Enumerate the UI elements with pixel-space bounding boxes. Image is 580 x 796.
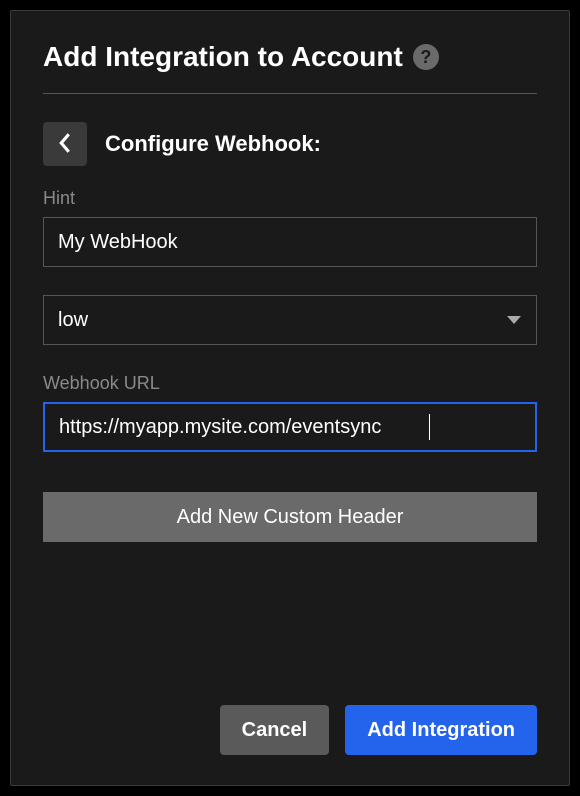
priority-select[interactable]: low — [43, 295, 537, 345]
back-button[interactable] — [43, 122, 87, 166]
text-cursor — [429, 414, 430, 440]
modal-header: Add Integration to Account ? — [43, 41, 537, 94]
add-custom-header-button[interactable]: Add New Custom Header — [43, 492, 537, 542]
url-field-group: Webhook URL — [43, 373, 537, 452]
priority-selected-value: low — [58, 309, 88, 332]
add-integration-modal: Add Integration to Account ? Configure W… — [10, 10, 570, 786]
modal-title: Add Integration to Account — [43, 41, 403, 73]
hint-input[interactable] — [43, 217, 537, 267]
section-title: Configure Webhook: — [105, 131, 321, 157]
add-integration-button[interactable]: Add Integration — [345, 705, 537, 755]
hint-label: Hint — [43, 188, 537, 209]
help-icon[interactable]: ? — [413, 44, 439, 70]
hint-field-group: Hint — [43, 188, 537, 267]
section-header: Configure Webhook: — [43, 122, 537, 166]
chevron-left-icon — [58, 133, 72, 156]
webhook-url-input[interactable] — [43, 402, 537, 452]
modal-footer: Cancel Add Integration — [43, 705, 537, 755]
priority-field-group: low — [43, 295, 537, 345]
url-label: Webhook URL — [43, 373, 537, 394]
cancel-button[interactable]: Cancel — [220, 705, 330, 755]
